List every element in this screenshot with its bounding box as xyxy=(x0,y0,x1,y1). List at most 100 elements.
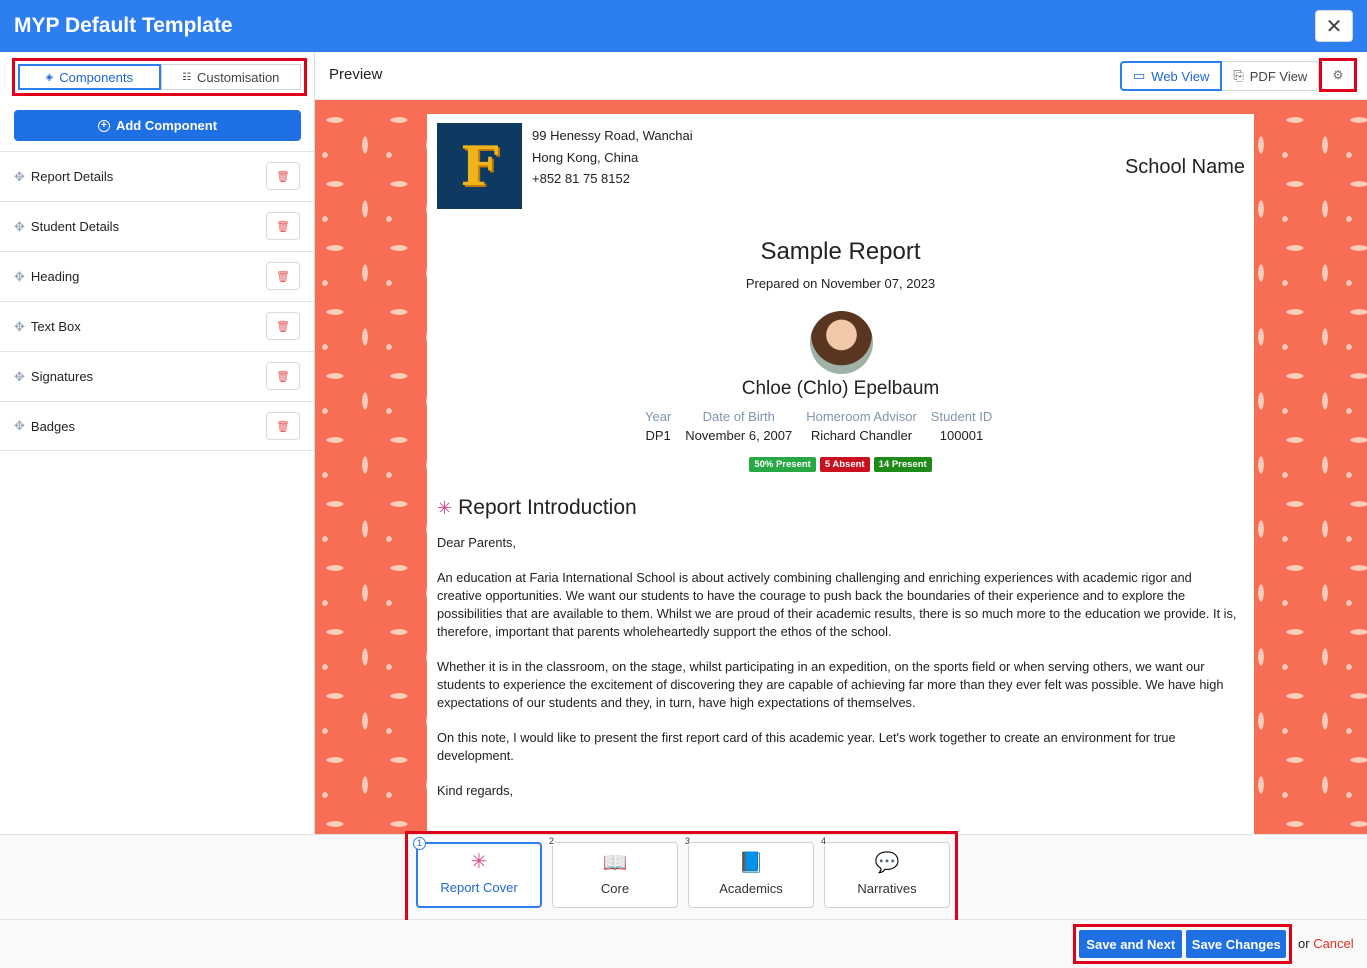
school-logo: F xyxy=(437,123,522,209)
detail-heading: Homeroom Advisor xyxy=(806,409,917,424)
tab-components[interactable]: ◈ Components xyxy=(18,64,161,90)
detail-advisor: Homeroom Advisor Richard Chandler xyxy=(806,409,917,443)
component-item-report-details[interactable]: ✥ Report Details 🗑 xyxy=(0,151,314,201)
preview-label: Preview xyxy=(329,66,383,83)
gear-icon: ⚙ xyxy=(1332,68,1344,82)
drag-handle-icon[interactable]: ✥ xyxy=(14,219,25,235)
drag-handle-icon[interactable]: ✥ xyxy=(14,369,25,385)
speech-bubble-icon: 💬 xyxy=(874,852,900,874)
step-academics[interactable]: 3 📘 Academics xyxy=(684,836,814,908)
school-name: School Name xyxy=(1124,156,1245,178)
status-badge: 50% Present xyxy=(749,457,816,472)
detail-value: Richard Chandler xyxy=(810,428,913,443)
address-line-1: 99 Henessy Road, Wanchai xyxy=(532,128,693,143)
save-and-next-button[interactable]: Save and Next xyxy=(1079,930,1183,958)
trash-icon: 🗑 xyxy=(276,420,290,433)
paragraph: Whether it is in the classroom, on the s… xyxy=(437,659,1224,710)
pdf-view-button[interactable]: ⎘ PDF View xyxy=(1222,61,1320,91)
student-avatar xyxy=(810,311,873,374)
delete-button[interactable]: 🗑 xyxy=(266,212,300,240)
paragraph: An education at Faria International Scho… xyxy=(437,570,1237,639)
component-item-badges[interactable]: ✥ Badges 🗑 xyxy=(0,401,314,451)
detail-heading: Student ID xyxy=(930,409,993,424)
component-item-student-details[interactable]: ✥ Student Details 🗑 xyxy=(0,201,314,251)
delete-button[interactable]: 🗑 xyxy=(266,312,300,340)
sliders-icon: ☷ xyxy=(182,71,192,83)
footer: Save and Next Save Changes or Cancel xyxy=(0,920,1367,968)
address-line-2: Hong Kong, China xyxy=(532,149,639,165)
detail-value: DP1 xyxy=(645,428,671,443)
book-icon: 📖 xyxy=(602,852,628,874)
pdf-view-label: PDF View xyxy=(1249,68,1308,84)
drag-handle-icon[interactable]: ✥ xyxy=(14,269,25,285)
section-stepper-bar: 1 ✳ Report Cover 2 📖 Core 3 📘 Academics … xyxy=(0,831,1367,923)
step-narratives[interactable]: 4 💬 Narratives xyxy=(820,836,950,908)
report-title: Sample Report xyxy=(760,238,921,265)
detail-value: November 6, 2007 xyxy=(685,428,793,443)
preview-toolbar: Preview ▭ Web View ⎘ PDF View ⚙ xyxy=(315,52,1367,100)
delete-button[interactable]: 🗑 xyxy=(266,262,300,290)
component-list: ✥ Report Details 🗑 ✥ Student Details 🗑 ✥… xyxy=(0,151,314,451)
tab-customisation[interactable]: ☷ Customisation xyxy=(160,64,301,90)
intro-text: Dear Parents, An education at Faria Inte… xyxy=(437,534,1237,817)
report-cover-icon: ✳ xyxy=(437,497,453,518)
tab-components-label: Components xyxy=(59,69,133,85)
detail-value: 100001 xyxy=(939,428,984,443)
notebook-icon: 📘 xyxy=(738,852,764,874)
drag-handle-icon[interactable]: ✥ xyxy=(14,418,25,434)
close-button[interactable]: ✕ xyxy=(1315,10,1353,42)
component-label: Report Details xyxy=(30,169,114,184)
step-number: 4 xyxy=(820,836,828,846)
section-stepper: 1 ✳ Report Cover 2 📖 Core 3 📘 Academics … xyxy=(405,831,958,923)
preview-canvas[interactable]: F 99 Henessy Road, Wanchai Hong Kong, Ch… xyxy=(315,100,1367,834)
component-item-text-box[interactable]: ✥ Text Box 🗑 xyxy=(0,301,314,351)
web-view-label: Web View xyxy=(1151,68,1210,84)
drag-handle-icon[interactable]: ✥ xyxy=(14,319,25,335)
close-icon: ✕ xyxy=(1325,15,1343,38)
step-number: 2 xyxy=(548,836,556,846)
component-label: Text Box xyxy=(30,319,81,334)
add-component-button[interactable]: + Add Component xyxy=(14,110,301,141)
tab-customisation-label: Customisation xyxy=(197,69,280,85)
step-number: 3 xyxy=(684,836,692,846)
cancel-link[interactable]: Cancel xyxy=(1313,936,1353,951)
student-name: Chloe (Chlo) Epelbaum xyxy=(741,378,940,399)
layers-icon: ◈ xyxy=(45,71,54,83)
preview-settings-button[interactable]: ⚙ xyxy=(1319,58,1357,92)
trash-icon: 🗑 xyxy=(276,320,290,333)
step-label: Academics xyxy=(719,881,783,896)
delete-button[interactable]: 🗑 xyxy=(266,412,300,440)
delete-button[interactable]: 🗑 xyxy=(266,162,300,190)
section-heading: ✳ Report Introduction xyxy=(437,496,637,520)
save-changes-button[interactable]: Save Changes xyxy=(1186,930,1286,958)
greeting: Dear Parents, xyxy=(437,535,516,550)
step-number: 1 xyxy=(413,837,426,850)
component-label: Student Details xyxy=(30,219,120,234)
prepared-date: Prepared on November 07, 2023 xyxy=(745,276,936,291)
detail-dob: Date of Birth November 6, 2007 xyxy=(685,409,792,443)
step-label: Report Cover xyxy=(440,880,518,895)
delete-button[interactable]: 🗑 xyxy=(266,362,300,390)
web-view-button[interactable]: ▭ Web View xyxy=(1120,61,1223,91)
detail-heading: Year xyxy=(645,409,672,424)
left-panel: ◈ Components ☷ Customisation + Add Compo… xyxy=(0,52,315,834)
step-label: Narratives xyxy=(857,881,917,896)
detail-year: Year DP1 xyxy=(645,409,671,443)
student-details: Year DP1 Date of Birth November 6, 2007 … xyxy=(645,409,992,443)
pdf-file-icon: ⎘ xyxy=(1233,68,1244,83)
component-item-heading[interactable]: ✥ Heading 🗑 xyxy=(0,251,314,301)
report-page: F 99 Henessy Road, Wanchai Hong Kong, Ch… xyxy=(427,114,1254,834)
monitor-icon: ▭ xyxy=(1133,68,1146,83)
component-item-signatures[interactable]: ✥ Signatures 🗑 xyxy=(0,351,314,401)
paragraph: On this note, I would like to present th… xyxy=(437,730,1176,763)
drag-handle-icon[interactable]: ✥ xyxy=(14,169,25,185)
school-phone: +852 81 75 8152 xyxy=(532,171,630,186)
plus-icon: + xyxy=(97,119,110,132)
step-core[interactable]: 2 📖 Core xyxy=(548,836,678,908)
step-report-cover[interactable]: 1 ✳ Report Cover xyxy=(413,837,542,908)
detail-heading: Date of Birth xyxy=(702,409,775,424)
school-address: 99 Henessy Road, Wanchai Hong Kong, Chin… xyxy=(532,125,693,190)
add-component-label: Add Component xyxy=(115,118,218,133)
component-label: Signatures xyxy=(30,369,94,384)
left-tab-group: ◈ Components ☷ Customisation xyxy=(12,58,307,96)
